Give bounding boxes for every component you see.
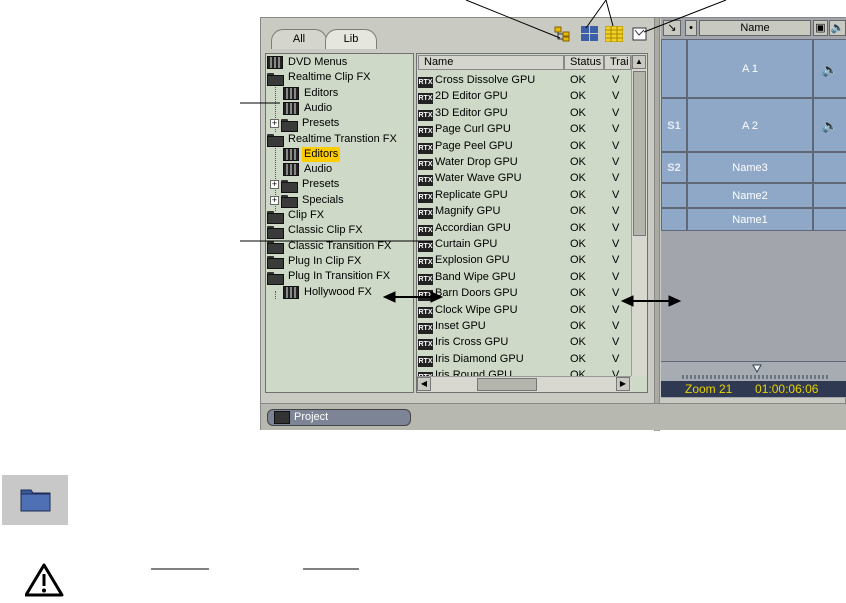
warning-icon: [24, 562, 65, 600]
tab-lib[interactable]: Lib: [325, 29, 377, 49]
callout-overlay: [151, 0, 727, 570]
folder-icon: [2, 475, 68, 525]
